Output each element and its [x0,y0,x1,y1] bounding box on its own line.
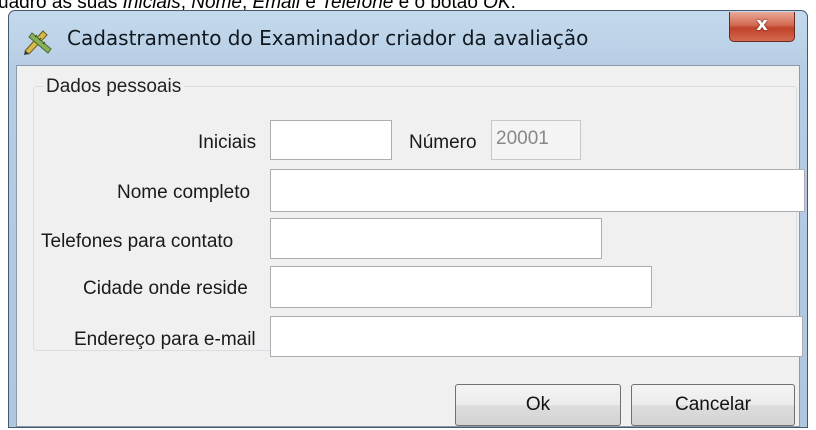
close-icon: x [756,14,768,35]
telefones-input[interactable] [270,218,602,259]
pencil-ruler-icon [24,30,52,55]
telefones-label: Telefones para contato [41,231,234,252]
numero-field: 20001 [491,120,581,160]
email-input[interactable] [270,316,803,357]
group-legend: Dados pessoais [43,76,185,98]
ok-button[interactable]: Ok [455,384,621,426]
numero-label: Número [409,132,477,153]
dialog-body: Dados pessoais Iniciais Número 20001 Nom… [16,65,805,427]
iniciais-input[interactable] [270,120,392,160]
close-button[interactable]: x [729,12,795,42]
dialog-window: Cadastramento do Examinador criador da a… [8,10,808,428]
iniciais-label: Iniciais [198,132,257,153]
email-label: Endereço para e-mail [74,329,256,350]
cidade-input[interactable] [270,266,652,308]
window-title: Cadastramento do Examinador criador da a… [67,26,589,50]
cidade-label: Cidade onde reside [83,278,248,299]
cancel-button[interactable]: Cancelar [631,384,795,426]
nome-label: Nome completo [117,182,251,203]
nome-completo-input[interactable] [270,169,805,212]
title-bar[interactable]: Cadastramento do Examinador criador da a… [9,11,807,67]
